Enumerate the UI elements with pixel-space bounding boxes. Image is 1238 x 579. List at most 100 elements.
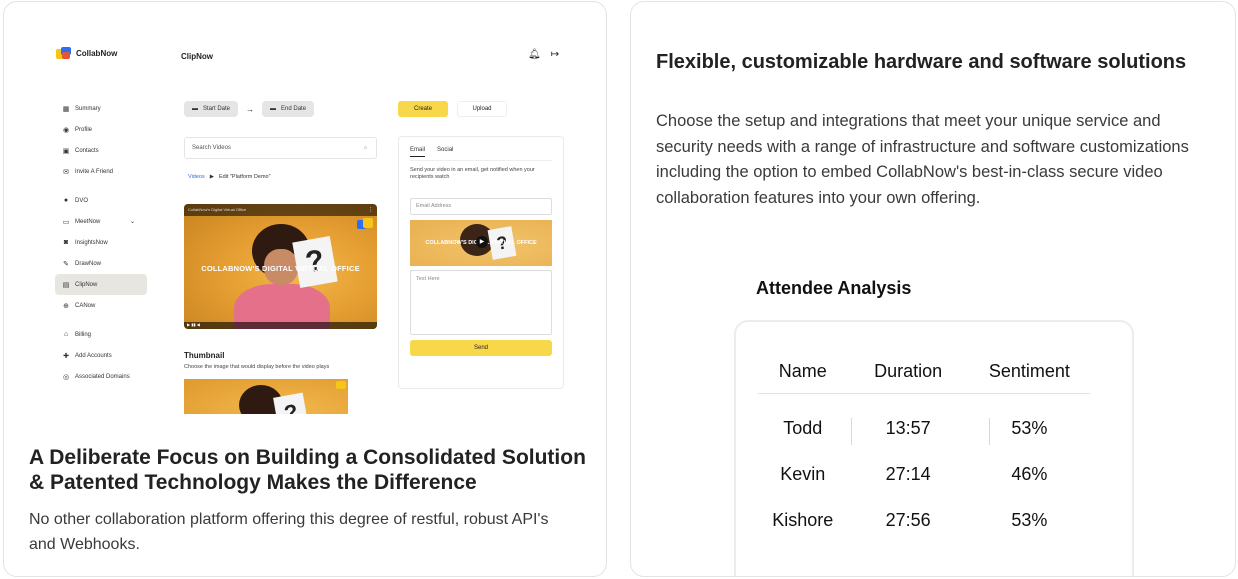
table-header: Name Duration Sentiment xyxy=(758,348,1090,394)
cell-name: Kishore xyxy=(772,510,834,530)
sidebar-item-contacts: ▣ Contacts xyxy=(55,140,147,161)
bell-icon: 🔔︎ xyxy=(528,49,541,60)
sidebar-item-profile: ◉ Profile xyxy=(55,119,147,140)
attendee-analysis-table: Name Duration Sentiment Todd 13:57 53% K… xyxy=(734,320,1134,576)
left-card-body: No other collaboration platform offering… xyxy=(29,511,549,553)
tab-email: Email xyxy=(410,147,426,157)
share-description: Send your video in an email, get notifie… xyxy=(410,167,535,181)
breadcrumb: Videos ▶ Edit "Platform Demo" xyxy=(188,174,271,180)
chevron-down-icon: ⌄ xyxy=(129,219,135,225)
end-date-label: End Date xyxy=(281,106,307,112)
cell-duration: 27:56 xyxy=(885,510,931,530)
play-icon: ▶ xyxy=(476,236,488,248)
send-button: Send xyxy=(410,340,552,356)
grid-icon: ▦ xyxy=(62,105,70,113)
cell-duration: 13:57 xyxy=(885,418,931,438)
add-user-icon: ✚ xyxy=(63,352,69,360)
logout-icon: ↦ xyxy=(550,49,560,60)
sidebar-item-label: ClipNow xyxy=(75,281,98,288)
feature-card-api: CollabNow ClipNow 🔔︎ ↦ ▦ Summary ◉ Profile… xyxy=(3,1,607,577)
sidebar-item-meetnow: ▭ MeetNow ⌄ xyxy=(55,211,147,232)
start-date-label: Start Date xyxy=(203,106,231,112)
sidebar-item-label: Contacts xyxy=(75,147,99,154)
brand-name: CollabNow xyxy=(76,49,118,58)
arrow-right-icon: → xyxy=(246,104,255,114)
cell-duration: 27:14 xyxy=(885,464,931,484)
start-date-chip: ▬ Start Date xyxy=(184,101,239,117)
collabnow-logo-icon xyxy=(56,47,71,60)
sidebar-item-label: MeetNow xyxy=(75,218,101,225)
sidebar-item-label: InsightsNow xyxy=(75,239,108,246)
app-title: ClipNow xyxy=(181,52,213,61)
sidebar-item-domains: ◎ Associated Domains xyxy=(55,366,147,387)
email-field: Email Address xyxy=(410,198,552,215)
left-card-heading: A Deliberate Focus on Building a Consoli… xyxy=(29,446,586,494)
cell-name: Todd xyxy=(783,418,823,438)
thumbnail-image: ? xyxy=(184,379,348,414)
calendar-icon: ▬ xyxy=(270,106,277,112)
microphone-icon: ● xyxy=(63,197,69,204)
sidebar-item-dvo: ● DVO xyxy=(55,190,147,211)
sidebar-item-label: Invite A Friend xyxy=(75,168,114,175)
play-arrow-icon: ▶ xyxy=(209,174,214,180)
brand-logo: CollabNow xyxy=(56,47,117,60)
search-placeholder: Search Videos xyxy=(192,145,231,151)
column-header-duration: Duration xyxy=(874,361,943,381)
sidebar: ▦ Summary ◉ Profile ▣ Contacts ✉ Invite A Fr… xyxy=(55,98,147,387)
sidebar-item-insightsnow: ◙ InsightsNow xyxy=(55,232,147,253)
share-video-preview: ? COLLABNOW'S DIGITAL VIRTUAL OFFICE ▶ xyxy=(410,220,552,266)
mail-icon: ✉ xyxy=(63,168,69,176)
video-overlay-text: COLLABNOW'S DIGITAL VIRTUAL OFFICE xyxy=(201,264,360,273)
create-button: Create xyxy=(398,101,448,117)
sidebar-item-add-accounts: ✚ Add Accounts xyxy=(55,345,147,366)
search-plus-icon: ⊕ xyxy=(63,302,69,310)
share-icon: ⋮ xyxy=(368,207,373,213)
attendee-analysis-title: Attendee Analysis xyxy=(756,278,912,298)
feature-card-customization: Flexible, customizable hardware and soft… xyxy=(630,1,1236,577)
clip-icon: ▤ xyxy=(62,281,70,289)
upload-button: Upload xyxy=(457,101,507,117)
video-controls: ▶ ▮▮ ◀ xyxy=(184,322,377,329)
monitor-icon: ▭ xyxy=(62,218,70,226)
column-header-name: Name xyxy=(778,361,827,381)
sidebar-item-drawnow: ✎ DrawNow xyxy=(55,253,147,274)
app-screenshot-mockup: CollabNow ClipNow 🔔︎ ↦ ▦ Summary ◉ Profile… xyxy=(4,2,606,414)
sidebar-item-label: CANow xyxy=(75,302,96,309)
table-row: Kevin 27:14 46% xyxy=(758,454,1090,494)
thumbnail-subtitle: Choose the image that would display befo… xyxy=(184,364,330,370)
cell-sentiment: 53% xyxy=(1011,418,1048,438)
brush-icon: ✎ xyxy=(63,260,69,268)
sidebar-item-label: DrawNow xyxy=(75,260,102,267)
right-card-heading: Flexible, customizable hardware and soft… xyxy=(656,51,1187,73)
sidebar-item-invite: ✉ Invite A Friend xyxy=(55,161,147,182)
right-card-body: Choose the setup and integrations that m… xyxy=(656,112,1189,207)
sidebar-item-label: Summary xyxy=(75,105,101,112)
user-circle-icon: ◉ xyxy=(62,126,70,134)
sidebar-item-label: Billing xyxy=(75,331,92,338)
table-row: Kishore 27:56 53% xyxy=(758,500,1090,540)
cell-sentiment: 53% xyxy=(1011,510,1048,530)
video-player: ? CollabNow's Digital Virtual Office ⋮ C… xyxy=(184,204,377,329)
sidebar-item-billing: ⌂ Billing xyxy=(55,324,147,345)
sidebar-item-canow: ⊕ CANow xyxy=(55,295,147,316)
search-icon: ⌕ xyxy=(363,143,368,152)
sidebar-item-label: DVO xyxy=(75,197,89,204)
message-textarea: Text Here xyxy=(410,270,552,335)
collabnow-badge-icon xyxy=(357,218,373,230)
cell-sentiment: 46% xyxy=(1011,464,1048,484)
search-videos-input: Search Videos ⌕ xyxy=(184,137,377,159)
insights-icon: ◙ xyxy=(63,239,69,246)
sidebar-item-summary: ▦ Summary xyxy=(55,98,147,119)
tab-social: Social xyxy=(437,147,454,153)
thumbnail-title: Thumbnail xyxy=(184,351,225,360)
question-sign: ? xyxy=(292,236,338,288)
sidebar-item-label: Add Accounts xyxy=(75,352,112,359)
sidebar-item-label: Associated Domains xyxy=(75,373,130,380)
end-date-chip: ▬ End Date xyxy=(262,101,315,117)
calendar-icon: ▬ xyxy=(192,106,198,112)
column-header-sentiment: Sentiment xyxy=(988,361,1070,381)
share-panel: Email Social Send your video in an email… xyxy=(398,136,564,389)
bank-icon: ⌂ xyxy=(63,331,69,338)
globe-icon: ◎ xyxy=(62,373,70,381)
sidebar-item-clipnow: ▤ ClipNow xyxy=(55,274,147,295)
